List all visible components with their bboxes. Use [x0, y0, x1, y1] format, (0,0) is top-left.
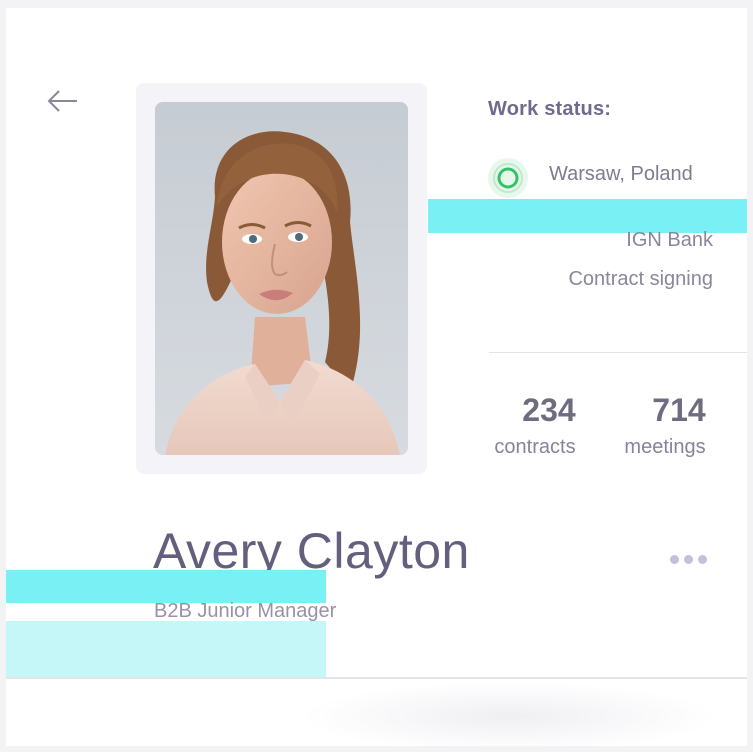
meetings-label: meetings [624, 436, 706, 458]
location-text: Warsaw, Poland [549, 163, 693, 185]
company-text: IGN Bank [626, 229, 713, 251]
arrow-left-icon[interactable] [46, 88, 80, 114]
highlight-bar [6, 570, 326, 603]
stage-text: Contract signing [568, 268, 713, 290]
work-status-title: Work status: [488, 98, 612, 120]
bottom-divider [6, 677, 747, 679]
meetings-count: 714 [652, 392, 706, 428]
profile-role: B2B Junior Manager [154, 600, 337, 622]
contracts-label: contracts [494, 436, 576, 458]
profile-photo [155, 102, 408, 455]
contracts-count: 234 [522, 392, 576, 428]
status-online-icon [488, 158, 528, 198]
more-horizontal-icon[interactable] [666, 548, 710, 570]
highlight-bar-light [6, 621, 326, 677]
highlight-bar [428, 199, 747, 233]
stats-divider [489, 352, 747, 353]
card-shadow [300, 682, 720, 752]
